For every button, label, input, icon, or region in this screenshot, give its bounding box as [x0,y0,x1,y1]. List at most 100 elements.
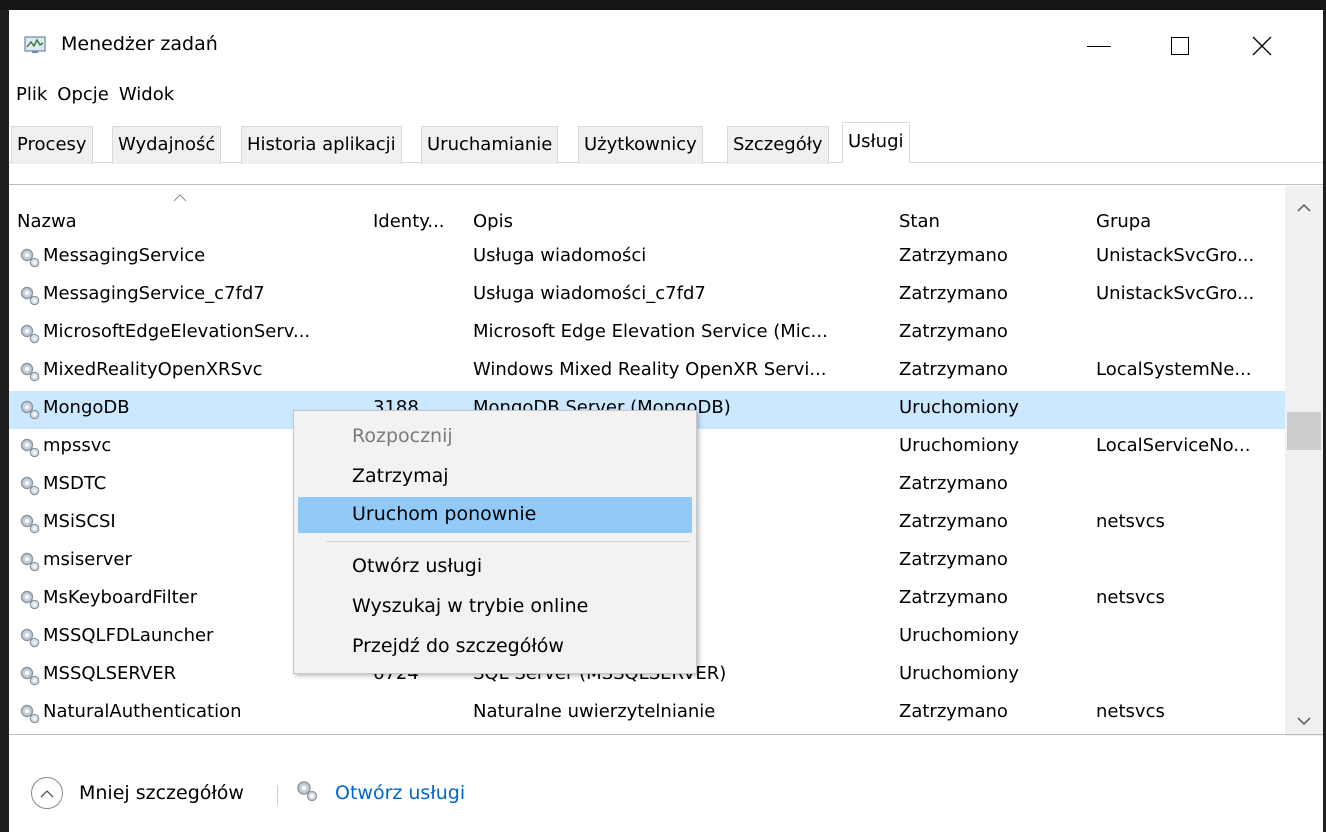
maximize-button[interactable] [1150,22,1210,70]
service-name: MessagingService_c7fd7 [43,283,265,304]
footer-divider [277,785,278,805]
task-manager-window: Menedżer zadań Plik Opcje Widok Procesy … [9,10,1323,832]
tab-performance[interactable]: Wydajność [112,126,222,164]
fewer-details-button[interactable] [31,777,63,809]
chevron-up-icon [40,789,54,797]
tab-app-history[interactable]: Historia aplikacji [241,126,402,164]
service-name: MessagingService [43,245,206,266]
column-header-name[interactable]: Nazwa [17,211,77,232]
service-status: Uruchomiony [899,435,1019,456]
menu-item-go-to-details[interactable]: Przejdź do szczegółów [298,629,692,665]
service-gear-icon [20,286,40,306]
service-row[interactable]: MixedRealityOpenXRSvc Windows Mixed Reali… [9,353,1285,391]
service-name: MixedRealityOpenXRSvc [43,359,263,380]
service-description: Usługa wiadomości [473,245,647,266]
service-status: Uruchomiony [899,397,1019,418]
service-status: Uruchomiony [899,625,1019,646]
service-group: LocalSystemNe... [1096,359,1252,380]
service-row[interactable]: MicrosoftEdgeElevationServ... Microsoft E… [9,315,1285,353]
service-gear-icon [20,590,40,610]
fewer-details-link[interactable]: Mniej szczegółów [79,782,244,804]
screen-left-edge [0,10,9,832]
service-status: Zatrzymano [899,321,1008,342]
service-gear-icon [20,628,40,648]
service-name: MongoDB [43,397,130,418]
tab-users[interactable]: Użytkownicy [578,126,703,164]
menu-item-search-online[interactable]: Wyszukaj w trybie online [298,589,692,625]
close-icon [1252,36,1272,56]
footer-bar: Mniej szczegółów Otwórz usługi [9,734,1323,833]
menu-item-start[interactable]: Rozpocznij [298,419,692,455]
service-gear-icon [20,666,40,686]
service-name: NaturalAuthentication [43,701,242,722]
menu-file[interactable]: Plik [9,82,50,110]
service-gear-icon [20,362,40,382]
service-gear-icon [20,552,40,572]
service-gear-icon [20,514,40,534]
close-button[interactable] [1232,22,1292,70]
service-name: MSSQLFDLauncher [43,625,214,646]
vertical-scrollbar[interactable] [1285,186,1323,736]
menu-bar: Plik Opcje Widok [9,82,177,110]
service-description: Naturalne uwierzytelnianie [473,701,716,722]
service-gear-icon [20,324,40,344]
tab-details[interactable]: Szczegóły [727,126,829,164]
service-gear-icon [20,400,40,420]
menu-item-restart[interactable]: Uruchom ponownie [298,497,692,533]
tab-services[interactable]: Usługi [842,122,910,163]
column-header-description[interactable]: Opis [473,211,513,232]
menu-options[interactable]: Opcje [50,82,112,110]
service-name: MSSQLSERVER [43,663,177,684]
context-menu: Rozpocznij Zatrzymaj Uruchom ponownie Ot… [293,410,697,674]
scrollbar-thumb[interactable] [1287,412,1321,450]
tab-startup[interactable]: Uruchamianie [421,126,559,164]
service-status: Zatrzymano [899,511,1008,532]
chevron-up-icon [1297,203,1311,212]
tab-strip: Procesy Wydajność Historia aplikacji Uru… [9,118,1323,164]
service-status: Uruchomiony [899,663,1019,684]
service-gear-icon [20,438,40,458]
service-description: Usługa wiadomości_c7fd7 [473,283,706,304]
service-description: Windows Mixed Reality OpenXR Servi... [473,359,827,380]
service-name: MsKeyboardFilter [43,587,198,608]
scroll-up-button[interactable] [1285,192,1323,222]
service-name: MicrosoftEdgeElevationServ... [43,321,311,342]
maximize-icon [1171,37,1189,55]
column-header-group[interactable]: Grupa [1096,211,1151,232]
service-row[interactable]: MessagingService_c7fd7 Usługa wiadomości_… [9,277,1285,315]
services-gear-icon [297,781,318,802]
menu-item-open-services[interactable]: Otwórz usługi [298,549,692,585]
service-group: netsvcs [1096,587,1165,608]
menu-item-stop[interactable]: Zatrzymaj [298,459,692,495]
title-bar[interactable]: Menedżer zadań [9,10,1323,74]
service-status: Zatrzymano [899,283,1008,304]
column-header-status[interactable]: Stan [899,211,940,232]
tab-processes[interactable]: Procesy [11,126,93,164]
service-gear-icon [20,476,40,496]
minimize-button[interactable] [1069,22,1129,70]
column-header-pid[interactable]: Identy... [373,211,445,232]
menu-view[interactable]: Widok [112,82,177,110]
service-gear-icon [20,248,40,268]
scroll-down-button[interactable] [1285,706,1323,736]
service-status: Zatrzymano [899,473,1008,494]
chevron-down-icon [1297,716,1311,725]
service-status: Zatrzymano [899,245,1008,266]
service-group: netsvcs [1096,701,1165,722]
window-title: Menedżer zadań [61,33,218,55]
service-row[interactable]: NaturalAuthentication Naturalne uwierzyte… [9,695,1285,733]
service-group: netsvcs [1096,511,1165,532]
service-row[interactable]: MessagingService Usługa wiadomości Zatrzym… [9,239,1285,277]
context-menu-separator [326,541,690,542]
service-group: UnistackSvcGro... [1096,283,1255,304]
open-services-link[interactable]: Otwórz usługi [335,782,465,804]
service-group: UnistackSvcGro... [1096,245,1255,266]
service-name: mpssvc [43,435,112,456]
service-group: LocalServiceNo... [1096,435,1251,456]
service-name: MSiSCSI [43,511,116,532]
service-status: Zatrzymano [899,359,1008,380]
service-gear-icon [20,704,40,724]
service-status: Zatrzymano [899,587,1008,608]
minimize-icon [1087,45,1111,47]
task-manager-icon [24,36,46,53]
